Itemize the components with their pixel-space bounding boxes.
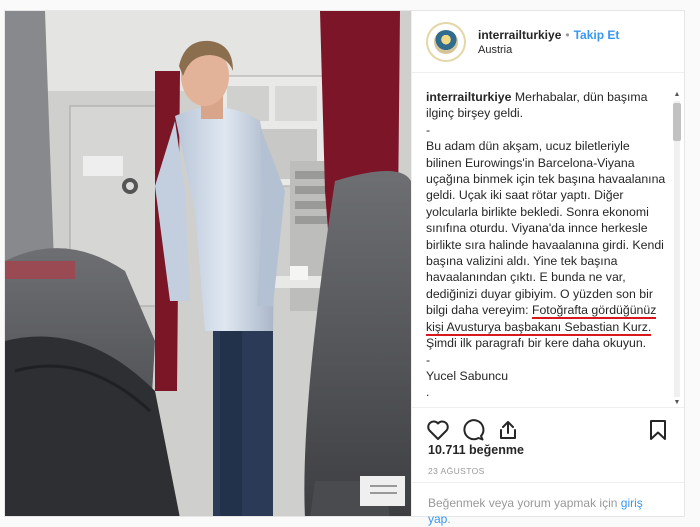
username-link[interactable]: interrailturkiye	[478, 28, 561, 42]
post-caption: interrailturkiye Merhabalar, dün başıma …	[426, 89, 666, 407]
comment-icon[interactable]	[461, 418, 485, 442]
caption-signature: Yucel Sabuncu	[426, 368, 509, 383]
post-date: 23 AĞUSTOS	[428, 466, 485, 476]
login-prompt-text: Beğenmek veya yorum yapmak için	[428, 496, 618, 510]
post-header: interrailturkiye • Takip Et Austria	[412, 11, 684, 73]
separator-dot: •	[565, 27, 570, 42]
caption-highlight: Fotoğrafta gördüğünüz	[531, 303, 657, 320]
scroll-down-arrow-icon[interactable]: ▼	[672, 399, 682, 407]
scroll-up-arrow-icon[interactable]: ▲	[672, 91, 682, 99]
post-side-panel: interrailturkiye • Takip Et Austria inte…	[411, 11, 684, 526]
interrail-logo-icon	[434, 29, 458, 54]
caption-dot: .	[426, 385, 430, 400]
caption-username[interactable]: interrailturkiye	[426, 90, 511, 104]
post-photo[interactable]	[5, 11, 411, 516]
scroll-thumb[interactable]	[673, 103, 681, 141]
airplane-cabin-photo	[5, 11, 411, 516]
profile-avatar[interactable]	[426, 21, 466, 62]
caption-dash: -	[426, 122, 431, 137]
caption-highlight: kişi Avusturya başbakanı Sebastian Kurz.	[426, 319, 652, 336]
caption-dash: -	[426, 352, 431, 367]
location-link[interactable]: Austria	[478, 44, 619, 56]
scroll-track[interactable]	[674, 101, 680, 397]
login-prompt-end: .	[447, 512, 451, 526]
login-prompt: Beğenmek veya yorum yapmak için giriş ya…	[412, 482, 684, 527]
caption-body: Bu adam dün akşam, ucuz biletleriyle bil…	[426, 139, 666, 318]
header-row: interrailturkiye • Takip Et	[478, 28, 619, 42]
caption-body-end: Şimdi ilk paragrafı bir kere daha okuyun…	[426, 336, 647, 351]
header-meta: interrailturkiye • Takip Et Austria	[478, 28, 619, 56]
likes-count[interactable]: 10.711 beğenme	[428, 443, 524, 457]
instagram-post: interrailturkiye • Takip Et Austria inte…	[4, 10, 685, 526]
share-icon[interactable]	[496, 418, 520, 442]
bookmark-icon[interactable]	[646, 418, 670, 442]
follow-button[interactable]: Takip Et	[574, 28, 620, 42]
heart-icon[interactable]	[426, 418, 450, 442]
caption-scrollbar[interactable]: ▲ ▼	[672, 91, 682, 407]
